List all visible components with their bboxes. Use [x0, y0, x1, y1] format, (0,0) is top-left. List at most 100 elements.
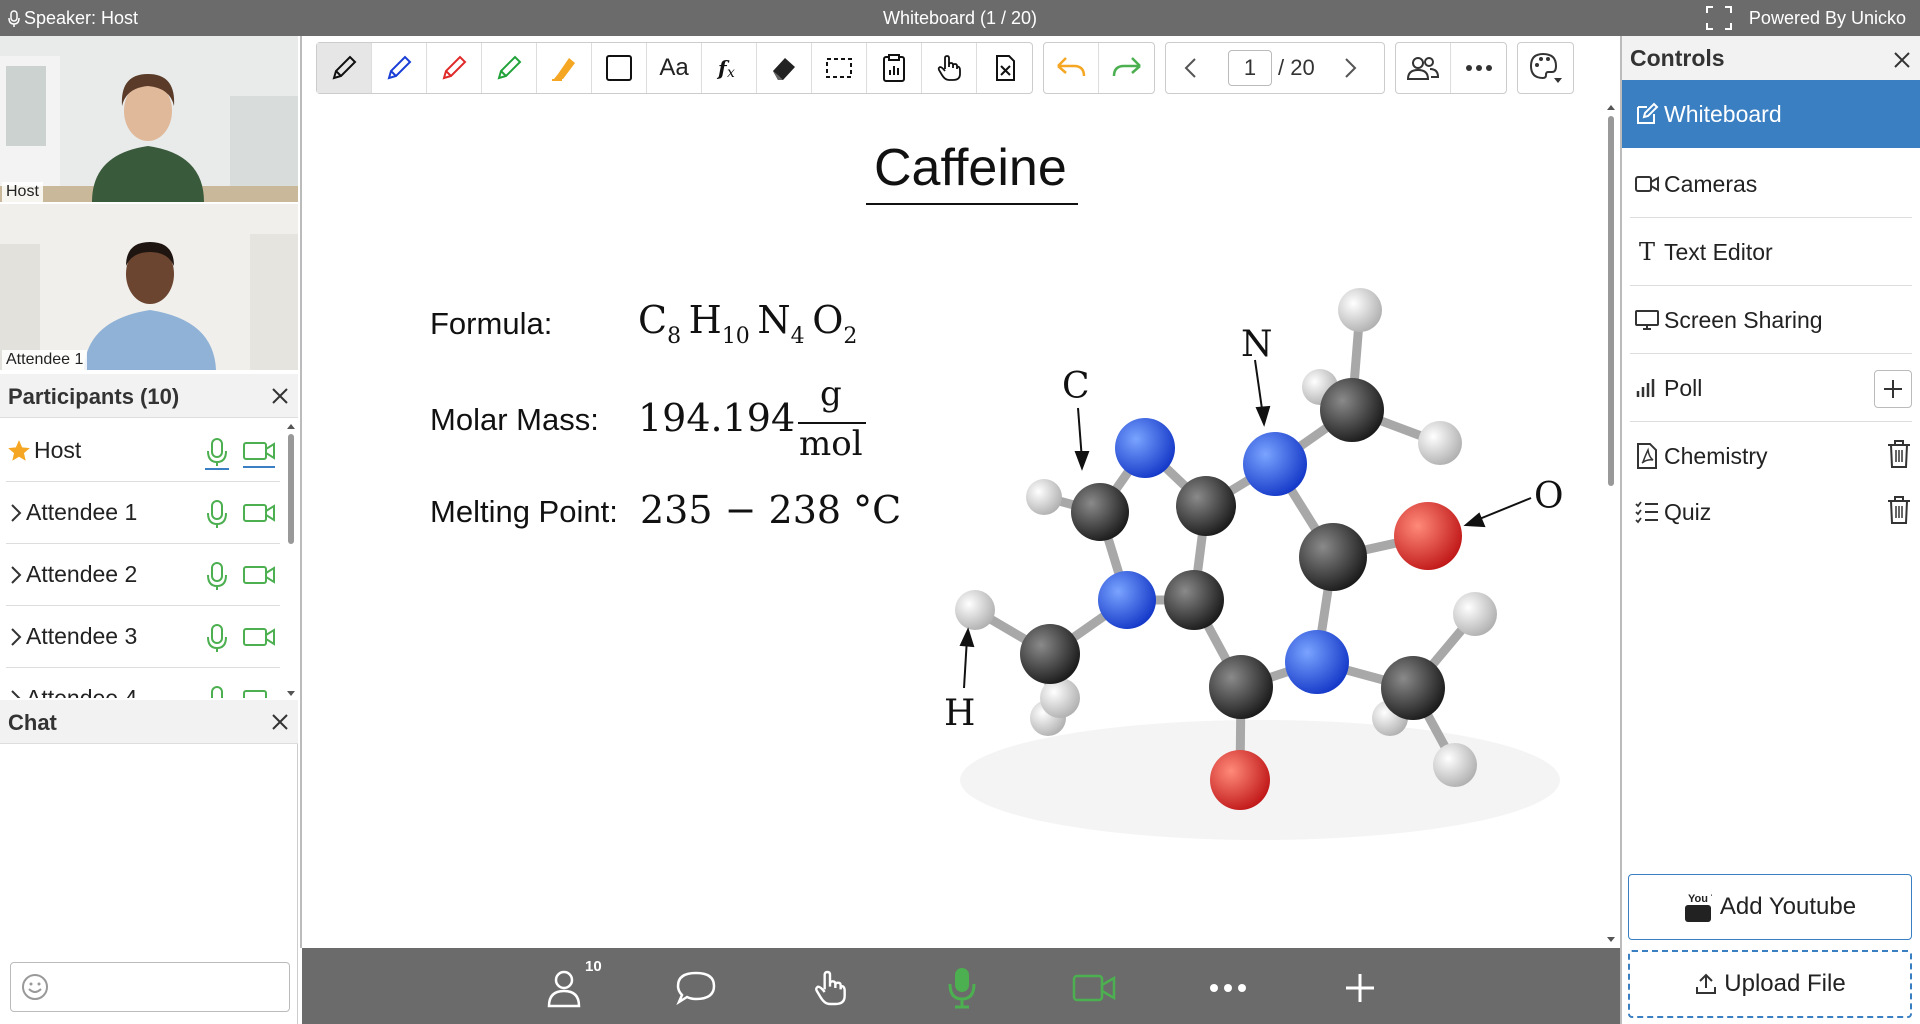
pencil-blue-button[interactable]	[372, 43, 427, 93]
video-name-attendee-1: Attendee 1	[2, 350, 88, 370]
control-label: Cameras	[1664, 170, 1758, 197]
pencil-black-button[interactable]	[317, 43, 372, 93]
trash-icon[interactable]	[1886, 494, 1912, 526]
eraser-button[interactable]	[757, 43, 812, 93]
control-screen-sharing[interactable]: Screen Sharing	[1622, 286, 1920, 354]
emoji-icon[interactable]	[21, 973, 49, 1001]
close-icon[interactable]	[270, 386, 290, 406]
page-total: / 20	[1278, 55, 1315, 80]
participant-name: Attendee 2	[26, 561, 138, 587]
page-number-input[interactable]: 1	[1228, 50, 1272, 86]
pencil-red-button[interactable]	[427, 43, 482, 93]
more-button[interactable]	[1206, 966, 1250, 1010]
caffeine-molecule-image: C N O H	[944, 288, 1564, 840]
chevron-right-icon[interactable]	[1335, 53, 1365, 83]
history-tools	[1043, 42, 1155, 94]
window-title: Whiteboard (1 / 20)	[882, 8, 1038, 28]
pencil-green-button[interactable]	[482, 43, 537, 93]
participant-row-attendee-4[interactable]: Attendee 4	[6, 668, 280, 698]
select-button[interactable]	[812, 43, 867, 93]
camera-toggle[interactable]	[1072, 966, 1116, 1010]
participants-button[interactable]	[542, 966, 586, 1010]
control-poll[interactable]: Poll	[1622, 354, 1920, 422]
camera-icon	[1635, 176, 1659, 192]
microphone-icon[interactable]	[204, 437, 230, 471]
clear-page-button[interactable]	[977, 43, 1032, 93]
drawing-tools: Aa fx	[316, 42, 1033, 94]
pager: 1 / 20	[1166, 43, 1375, 93]
participants-title: Participants (10)	[8, 384, 180, 409]
participants-scrollbar[interactable]	[286, 422, 296, 698]
microphone-toggle[interactable]	[940, 966, 984, 1010]
microphone-icon[interactable]	[204, 499, 230, 533]
add-poll-button[interactable]	[1874, 370, 1912, 408]
melting-point-value: 235 − 238 °C	[640, 488, 902, 532]
raise-hand-button[interactable]	[808, 966, 852, 1010]
plus-icon	[1884, 380, 1902, 398]
chat-button[interactable]	[674, 966, 718, 1010]
camera-icon[interactable]	[242, 439, 276, 469]
video-tile-host[interactable]: Host	[0, 36, 298, 202]
upload-file-label: Upload File	[1724, 970, 1846, 997]
star-icon	[8, 439, 30, 461]
user-tools	[1395, 42, 1507, 94]
chat-area	[0, 744, 298, 1024]
highlighter-button[interactable]	[537, 43, 592, 93]
participant-row-attendee-3[interactable]: Attendee 3	[6, 606, 280, 668]
atom-label-c: C	[1062, 366, 1090, 407]
camera-icon[interactable]	[242, 625, 276, 655]
chevron-right-icon[interactable]	[6, 501, 26, 525]
chat-bubble-icon	[676, 971, 716, 1006]
palette-button[interactable]	[1518, 43, 1573, 93]
participant-row-host[interactable]: Host	[6, 420, 280, 482]
close-icon[interactable]	[1892, 50, 1912, 70]
formula-button[interactable]: fx	[702, 43, 757, 93]
participants-access-button[interactable]	[1396, 43, 1451, 93]
chevron-left-icon[interactable]	[1176, 53, 1206, 83]
formula-value: C8 H10 N4 O2	[638, 298, 858, 349]
camera-icon[interactable]	[242, 501, 276, 531]
add-button[interactable]	[1338, 966, 1382, 1010]
video-tile-attendee-1[interactable]: Attendee 1	[0, 204, 298, 370]
user-icon	[547, 970, 581, 1008]
attendee-video	[0, 204, 298, 370]
delete-page-icon	[995, 55, 1015, 81]
chevron-right-icon[interactable]	[6, 563, 26, 587]
participant-row-attendee-1[interactable]: Attendee 1	[6, 482, 280, 544]
controls-header: Controls	[1622, 36, 1920, 80]
trash-icon[interactable]	[1886, 438, 1912, 470]
molar-unit-numerator: g	[820, 374, 842, 414]
control-label: Quiz	[1664, 498, 1712, 525]
more-options-button[interactable]	[1451, 43, 1506, 93]
highlighter-icon	[552, 58, 575, 81]
clipboard-button[interactable]	[867, 43, 922, 93]
participant-row-attendee-2[interactable]: Attendee 2	[6, 544, 280, 606]
control-quiz[interactable]: Quiz	[1622, 478, 1920, 546]
selection-icon	[826, 58, 852, 78]
undo-button[interactable]	[1044, 43, 1099, 93]
control-whiteboard[interactable]: Whiteboard	[1622, 80, 1920, 148]
microphone-icon[interactable]	[204, 623, 230, 657]
svg-text:x: x	[727, 65, 735, 81]
microphone-icon[interactable]	[204, 561, 230, 595]
pointer-button[interactable]	[922, 43, 977, 93]
redo-button[interactable]	[1099, 43, 1154, 93]
chevron-right-icon[interactable]	[6, 625, 26, 649]
poll-icon	[1636, 379, 1655, 397]
users-icon	[1406, 57, 1440, 80]
upload-file-button[interactable]: Upload File	[1628, 950, 1912, 1018]
whiteboard-scrollbar[interactable]	[1606, 104, 1616, 944]
add-youtube-button[interactable]: You Tube Add Youtube	[1628, 874, 1912, 940]
camera-icon[interactable]	[242, 563, 276, 593]
chat-input[interactable]	[10, 962, 290, 1012]
fullscreen-icon[interactable]	[1706, 6, 1732, 30]
shape-button[interactable]	[592, 43, 647, 93]
control-cameras[interactable]: Cameras	[1622, 150, 1920, 218]
camera-icon[interactable]	[242, 687, 276, 698]
microphone-icon[interactable]	[204, 685, 230, 698]
chat-title: Chat	[8, 710, 57, 735]
control-text-editor[interactable]: T Text Editor	[1622, 218, 1920, 286]
chevron-right-icon[interactable]	[6, 687, 26, 699]
close-icon[interactable]	[270, 712, 290, 732]
text-button[interactable]: Aa	[647, 43, 702, 93]
